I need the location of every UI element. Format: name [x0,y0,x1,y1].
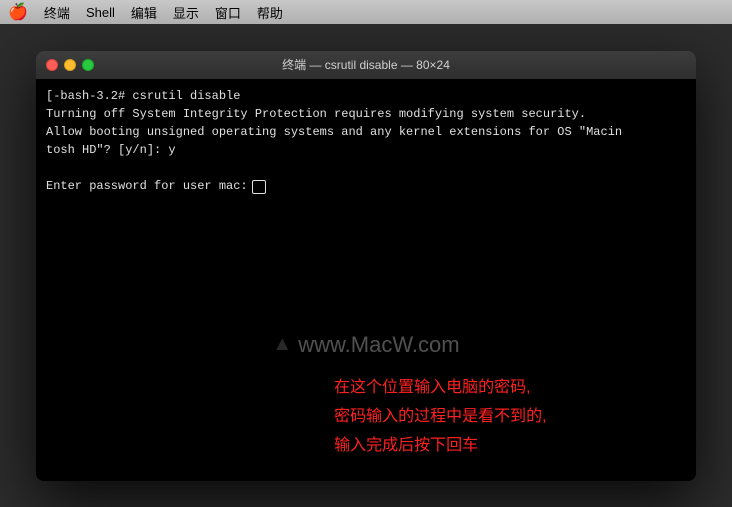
terminal-line-5 [46,159,686,177]
window-menu[interactable]: 窗口 [215,3,241,22]
minimize-button[interactable] [64,59,76,71]
window-title: 终端 — csrutil disable — 80×24 [282,56,450,73]
view-menu[interactable]: 显示 [173,3,199,22]
terminal-line-4: tosh HD"? [y/n]: y [46,141,686,159]
password-prompt-line: Enter password for user mac: [46,177,686,195]
password-prompt-text: Enter password for user mac: [46,177,248,195]
maximize-button[interactable] [82,59,94,71]
annotation-line-2: 密码输入的过程中是看不到的, [334,403,546,432]
terminal-line-2: Turning off System Integrity Protection … [46,105,686,123]
terminal-window: 终端 — csrutil disable — 80×24 [-bash-3.2#… [36,51,696,481]
shell-menu[interactable]: Shell [86,5,115,20]
help-menu[interactable]: 帮助 [257,3,283,22]
password-icon [252,180,266,194]
annotation-line-1: 在这个位置输入电脑的密码, [334,374,546,403]
terminal-content[interactable]: [-bash-3.2# csrutil disable Turning off … [36,79,696,481]
terminal-line-3: Allow booting unsigned operating systems… [46,123,686,141]
edit-menu[interactable]: 编辑 [131,3,157,22]
terminal-line-1: [-bash-3.2# csrutil disable [46,87,686,105]
menubar: 🍎 终端 Shell 编辑 显示 窗口 帮助 [0,0,732,24]
watermark-text: www.MacW.com [298,328,459,361]
watermark: ▲ www.MacW.com [272,328,459,361]
watermark-icon: ▲ [272,329,292,359]
desktop: 终端 — csrutil disable — 80×24 [-bash-3.2#… [0,24,732,507]
annotation-text: 在这个位置输入电脑的密码, 密码输入的过程中是看不到的, 输入完成后按下回车 [334,374,546,460]
traffic-lights [46,59,94,71]
title-bar: 终端 — csrutil disable — 80×24 [36,51,696,79]
terminal-menu[interactable]: 终端 [44,3,70,22]
annotation-line-3: 输入完成后按下回车 [334,432,546,461]
apple-menu[interactable]: 🍎 [8,2,28,22]
close-button[interactable] [46,59,58,71]
